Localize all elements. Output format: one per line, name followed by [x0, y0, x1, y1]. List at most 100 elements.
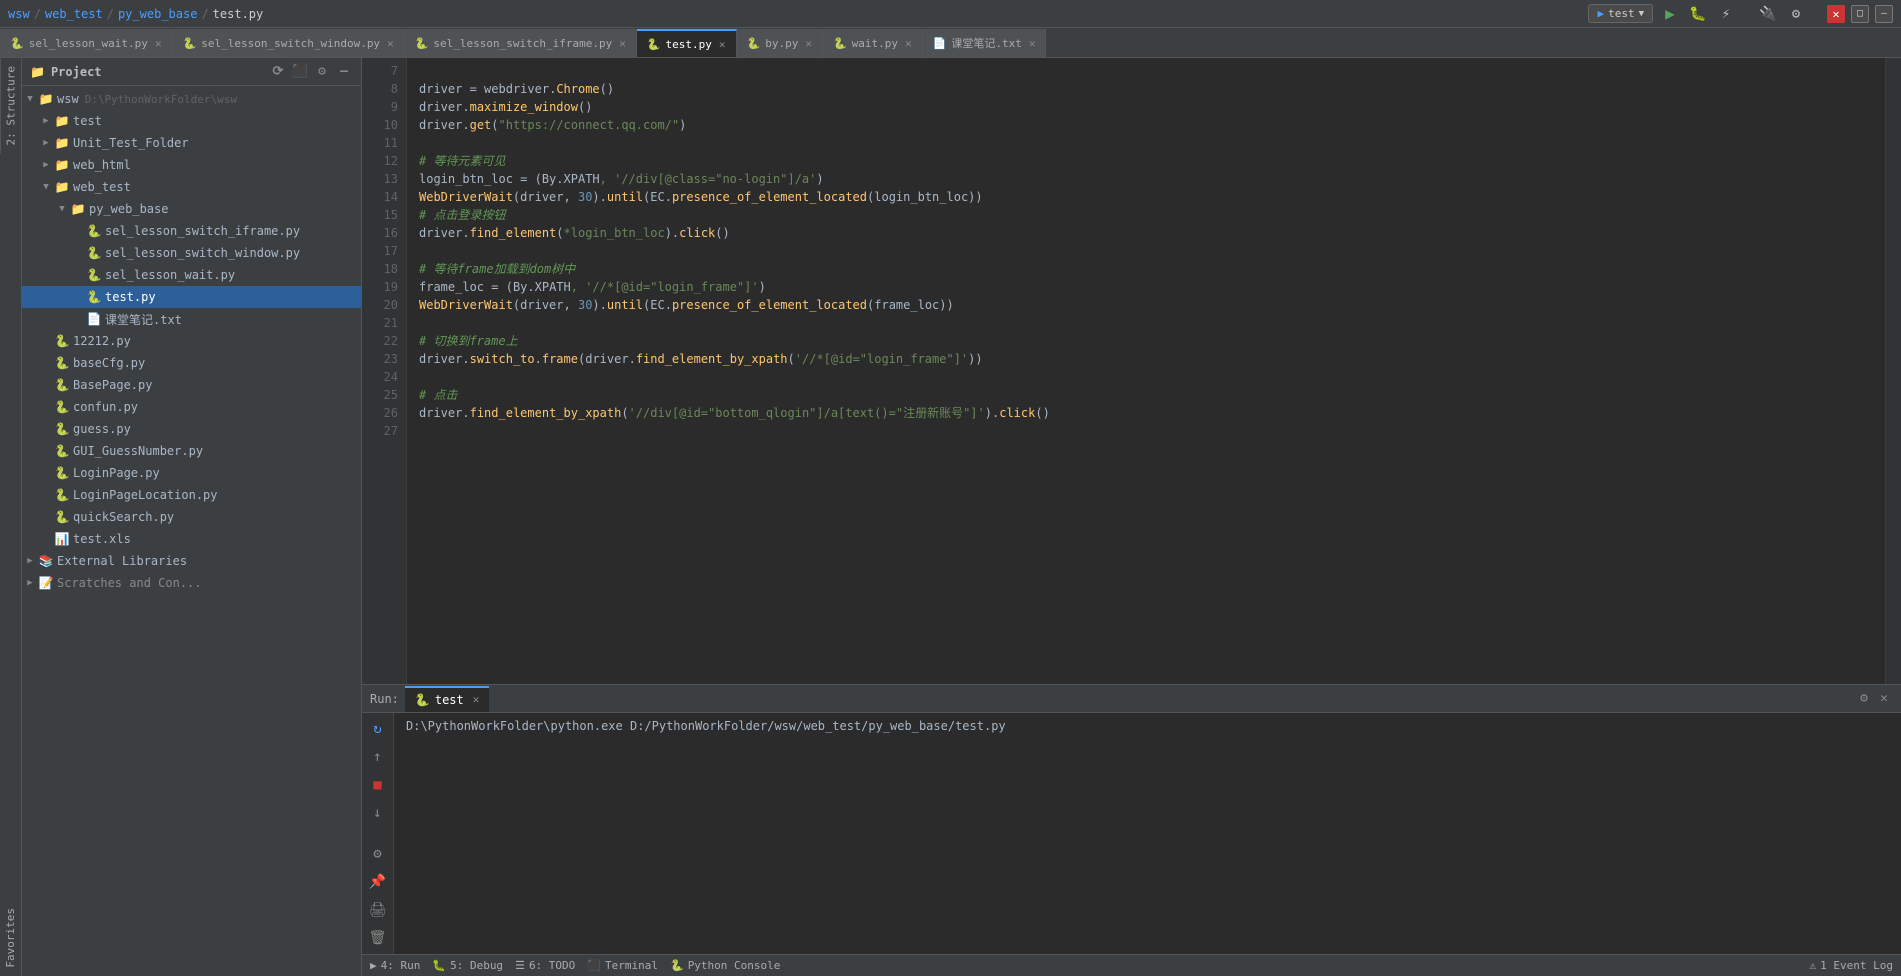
plugin-icon2[interactable]: ⚙ — [1785, 3, 1807, 25]
tab-sel-lesson-wait[interactable]: 🐍 sel_lesson_wait.py ✕ — [0, 29, 173, 57]
tree-item-sel-window[interactable]: ▶ 🐍 sel_lesson_switch_window.py — [22, 242, 361, 264]
breadcrumb-py-web-base[interactable]: py_web_base — [118, 7, 197, 21]
tab-icon-2: 🐍 — [183, 37, 197, 50]
tab-close-3[interactable]: ✕ — [619, 37, 626, 50]
status-debug[interactable]: 🐛 5: Debug — [432, 959, 503, 972]
panel-close-btn[interactable]: ✕ — [1875, 690, 1893, 708]
tree-item-scratches[interactable]: ▶ 📝 Scratches and Con... — [22, 572, 361, 594]
run-tab-test[interactable]: 🐍 test ✕ — [405, 686, 489, 712]
tree-item-guess[interactable]: ▶ 🐍 guess.py — [22, 418, 361, 440]
tree-item-loginpage[interactable]: ▶ 🐍 LoginPage.py — [22, 462, 361, 484]
project-header-label: Project — [51, 65, 102, 79]
tab-close-1[interactable]: ✕ — [155, 37, 162, 50]
tree-item-loginpagelocation[interactable]: ▶ 🐍 LoginPageLocation.py — [22, 484, 361, 506]
tree-item-basepage[interactable]: ▶ 🐍 BasePage.py — [22, 374, 361, 396]
settings-button[interactable]: ⚙ — [313, 63, 331, 81]
run-command-text: D:\PythonWorkFolder\python.exe D:/Python… — [406, 719, 1006, 733]
tree-item-wsw[interactable]: ▼ 📁 wsw D:\PythonWorkFolder\wsw — [22, 88, 361, 110]
debug-label: 5: Debug — [450, 959, 503, 972]
tree-item-confun[interactable]: ▶ 🐍 confun.py — [22, 396, 361, 418]
tab-sel-lesson-switch-iframe[interactable]: 🐍 sel_lesson_switch_iframe.py ✕ — [405, 29, 637, 57]
tree-item-test[interactable]: ▶ 📁 test — [22, 110, 361, 132]
run-tab-close[interactable]: ✕ — [473, 693, 480, 706]
tree-item-sel-iframe[interactable]: ▶ 🐍 sel_lesson_switch_iframe.py — [22, 220, 361, 242]
tree-item-gui-guess[interactable]: ▶ 🐍 GUI_GuessNumber.py — [22, 440, 361, 462]
status-build[interactable]: ▶ 4: Run — [370, 959, 420, 972]
status-python-console[interactable]: 🐍 Python Console — [670, 959, 780, 972]
tree-item-py-web-base[interactable]: ▼ 📁 py_web_base — [22, 198, 361, 220]
run-restart-btn[interactable]: ↻ — [366, 717, 390, 741]
window-maximize-button[interactable]: □ — [1851, 5, 1869, 23]
tab-close-6[interactable]: ✕ — [905, 37, 912, 50]
window-close-button[interactable]: ✕ — [1827, 5, 1845, 23]
tree-item-web-test[interactable]: ▼ 📁 web_test — [22, 176, 361, 198]
tab-label-4: test.py — [666, 38, 712, 51]
run-stop-btn[interactable]: ■ — [366, 773, 390, 797]
arrow-web-html: ▶ — [38, 160, 54, 170]
py-icon-quicksearch: 🐍 — [54, 510, 70, 524]
tree-label-web-html: web_html — [73, 158, 131, 172]
tree-label-quicksearch: quickSearch.py — [73, 510, 174, 524]
code-content[interactable]: driver = webdriver.Chrome() driver.maxim… — [407, 58, 1885, 684]
status-terminal[interactable]: ⬛ Terminal — [587, 959, 658, 972]
run-print-btn[interactable]: 🖨 — [366, 898, 390, 922]
tree-item-ketang[interactable]: ▶ 📄 课堂笔记.txt — [22, 308, 361, 330]
minimize-panel-button[interactable]: — — [335, 63, 353, 81]
plugin-icon1[interactable]: 🔌 — [1757, 3, 1779, 25]
run-config[interactable]: ▶ test ▼ — [1588, 4, 1653, 23]
line-num-25: 25 — [362, 386, 398, 404]
breadcrumb-sep3: / — [201, 7, 208, 21]
tree-label-guess: guess.py — [73, 422, 131, 436]
run-trash-btn[interactable]: 🗑 — [366, 926, 390, 950]
run-button[interactable]: ▶ — [1659, 3, 1681, 25]
tab-close-2[interactable]: ✕ — [387, 37, 394, 50]
structure-tab[interactable]: 2: Structure — [0, 58, 21, 153]
line-num-18: 18 — [362, 260, 398, 278]
code-editor[interactable]: 7 8 9 10 11 12 13 14 15 16 17 18 19 20 2… — [362, 58, 1901, 684]
status-event-log[interactable]: ⚠ 1 Event Log — [1810, 959, 1893, 972]
window-minimize-button[interactable]: — — [1875, 5, 1893, 23]
tree-item-external-libs[interactable]: ▶ 📚 External Libraries — [22, 550, 361, 572]
tree-item-test-py[interactable]: ▶ 🐍 test.py — [22, 286, 361, 308]
tree-item-test-xls[interactable]: ▶ 📊 test.xls — [22, 528, 361, 550]
tree-item-sel-wait[interactable]: ▶ 🐍 sel_lesson_wait.py — [22, 264, 361, 286]
tree-item-basecfg[interactable]: ▶ 🐍 baseCfg.py — [22, 352, 361, 374]
py-icon-confun: 🐍 — [54, 400, 70, 414]
run-scroll-up-btn[interactable]: ↑ — [366, 745, 390, 769]
tab-close-5[interactable]: ✕ — [805, 37, 812, 50]
tab-icon-1: 🐍 — [10, 37, 24, 50]
profile-button[interactable]: ⚡ — [1715, 3, 1737, 25]
code-line-23: driver.switch_to.frame(driver.find_eleme… — [419, 350, 1885, 368]
tab-close-7[interactable]: ✕ — [1029, 37, 1036, 50]
debug-button[interactable]: 🐛 — [1687, 3, 1709, 25]
line-num-11: 11 — [362, 134, 398, 152]
favorites-tab[interactable]: Favorites — [0, 900, 21, 976]
sync-button[interactable]: ⟳ — [269, 63, 287, 81]
tab-label-3: sel_lesson_switch_iframe.py — [433, 37, 612, 50]
tree-item-quicksearch[interactable]: ▶ 🐍 quickSearch.py — [22, 506, 361, 528]
tree-item-unit-test[interactable]: ▶ 📁 Unit_Test_Folder — [22, 132, 361, 154]
run-settings2-btn[interactable]: ⚙ — [366, 842, 390, 866]
editor-tab-bar: 🐍 sel_lesson_wait.py ✕ 🐍 sel_lesson_swit… — [0, 28, 1901, 58]
tree-item-web-html[interactable]: ▶ 📁 web_html — [22, 154, 361, 176]
txt-icon-ketang: 📄 — [86, 312, 102, 326]
tab-ketang-txt[interactable]: 📄 课堂笔记.txt ✕ — [923, 29, 1047, 57]
line-num-22: 22 — [362, 332, 398, 350]
tab-test-py[interactable]: 🐍 test.py ✕ — [637, 29, 737, 57]
tree-item-12212[interactable]: ▶ 🐍 12212.py — [22, 330, 361, 352]
build-label: 4: Run — [381, 959, 421, 972]
collapse-all-button[interactable]: ⬛ — [291, 63, 309, 81]
run-pinned-btn[interactable]: 📌 — [366, 870, 390, 894]
status-todo[interactable]: ☰ 6: TODO — [515, 959, 575, 972]
breadcrumb-wsw[interactable]: wsw — [8, 7, 30, 21]
tree-label-py-web-base: py_web_base — [89, 202, 168, 216]
tab-close-4[interactable]: ✕ — [719, 38, 726, 51]
tab-by-py[interactable]: 🐍 by.py ✕ — [737, 29, 823, 57]
tab-wait-py[interactable]: 🐍 wait.py ✕ — [823, 29, 923, 57]
run-scroll-down-btn[interactable]: ↓ — [366, 801, 390, 825]
tab-sel-lesson-switch-window[interactable]: 🐍 sel_lesson_switch_window.py ✕ — [173, 29, 405, 57]
panel-settings-btn[interactable]: ⚙ — [1855, 690, 1873, 708]
tree-label-loginpage: LoginPage.py — [73, 466, 160, 480]
breadcrumb-web-test[interactable]: web_test — [45, 7, 103, 21]
editor-right-strip — [1885, 58, 1901, 684]
